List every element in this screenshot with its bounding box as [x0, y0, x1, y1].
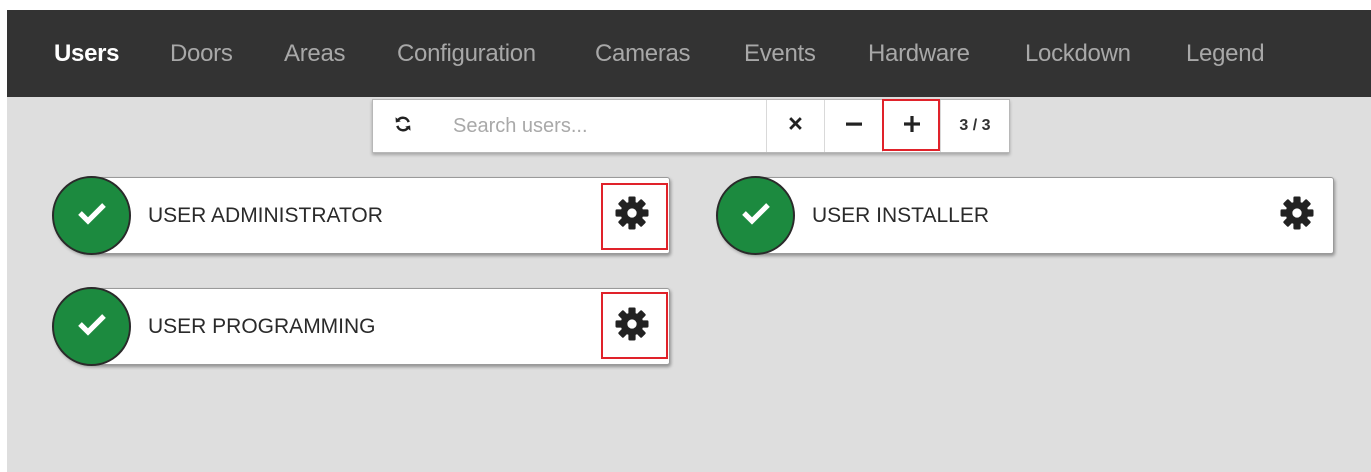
user-settings-button[interactable] — [1267, 178, 1327, 253]
clear-search-button[interactable] — [766, 100, 824, 152]
nav-item-events[interactable]: Events — [744, 10, 816, 97]
close-icon — [789, 117, 802, 135]
status-indicator — [52, 176, 131, 255]
gear-icon — [614, 306, 650, 347]
check-icon — [741, 201, 771, 230]
check-icon — [77, 312, 107, 341]
refresh-button[interactable] — [373, 100, 433, 152]
top-navbar: Users Doors Areas Configuration Cameras … — [7, 10, 1371, 97]
status-indicator — [52, 287, 131, 366]
gear-icon — [1279, 195, 1315, 236]
status-indicator — [716, 176, 795, 255]
collapse-button[interactable] — [824, 100, 882, 152]
user-settings-button[interactable] — [602, 289, 662, 364]
user-card-programming[interactable]: USER PROGRAMMING — [52, 287, 670, 366]
add-user-button[interactable] — [882, 100, 940, 152]
nav-item-doors[interactable]: Doors — [170, 10, 233, 97]
app-frame: Users Doors Areas Configuration Cameras … — [7, 10, 1371, 472]
refresh-icon — [394, 115, 412, 138]
nav-item-lockdown[interactable]: Lockdown — [1025, 10, 1131, 97]
search-toolbar: 3 / 3 — [372, 99, 1010, 153]
nav-item-areas[interactable]: Areas — [284, 10, 346, 97]
search-input[interactable] — [433, 100, 766, 152]
nav-item-users[interactable]: Users — [54, 10, 120, 97]
result-count: 3 / 3 — [959, 117, 991, 134]
check-icon — [77, 201, 107, 230]
user-settings-button[interactable] — [602, 178, 662, 253]
user-name: USER INSTALLER — [812, 204, 989, 227]
nav-item-legend[interactable]: Legend — [1186, 10, 1265, 97]
nav-item-hardware[interactable]: Hardware — [868, 10, 970, 97]
plus-icon — [903, 115, 921, 138]
user-card-installer[interactable]: USER INSTALLER — [716, 176, 1334, 255]
nav-item-cameras[interactable]: Cameras — [595, 10, 691, 97]
user-name: USER ADMINISTRATOR — [148, 204, 383, 227]
user-card-administrator[interactable]: USER ADMINISTRATOR — [52, 176, 670, 255]
user-name: USER PROGRAMMING — [148, 315, 376, 338]
nav-item-configuration[interactable]: Configuration — [397, 10, 536, 97]
result-counter: 3 / 3 — [940, 100, 1009, 152]
gear-icon — [614, 195, 650, 236]
minus-icon — [845, 115, 863, 138]
